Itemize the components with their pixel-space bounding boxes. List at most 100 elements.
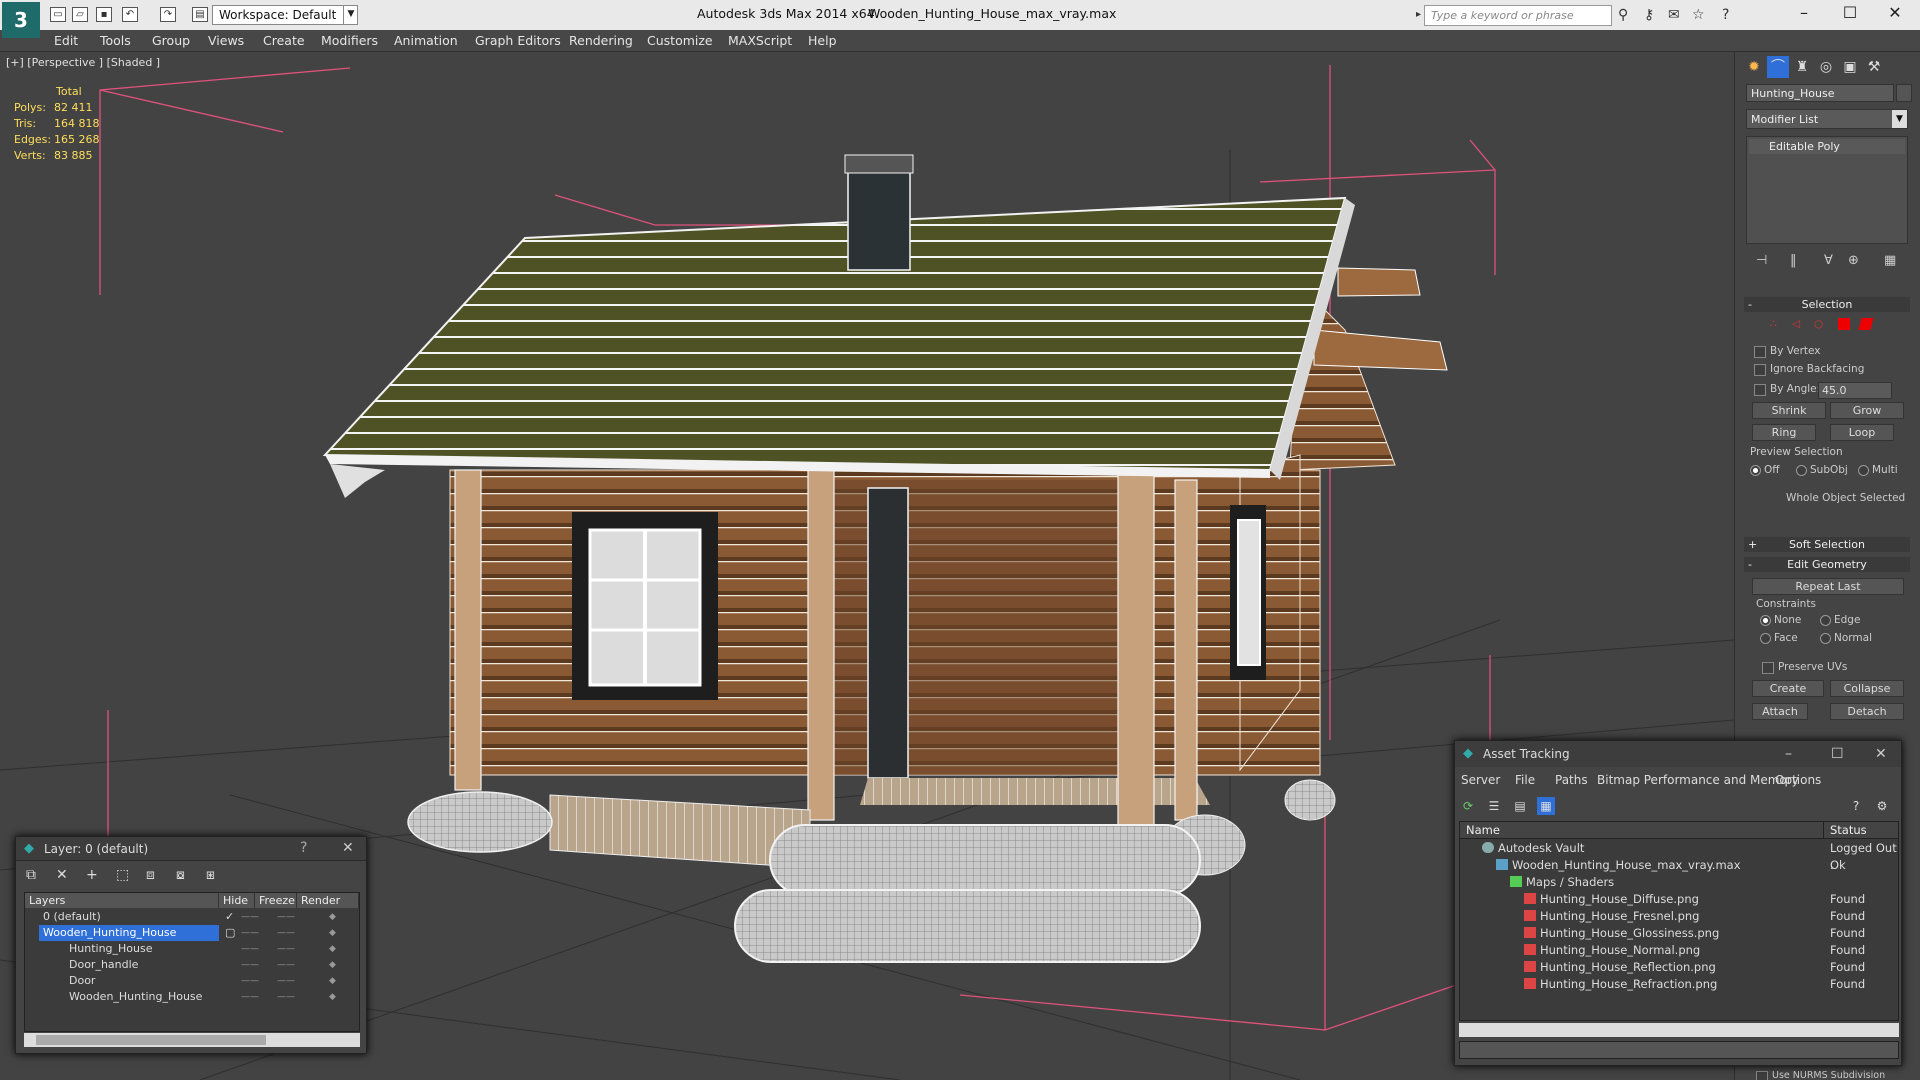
menu-maxscript[interactable]: MAXScript [728,33,792,48]
search-input[interactable]: Type a keyword or phrase [1424,5,1612,26]
asset-row[interactable]: Hunting_House_Reflection.png Found [1460,959,1898,976]
workspace-dropdown[interactable]: Workspace: Default [212,5,358,25]
constraint-normal-radio[interactable]: Normal [1820,632,1872,644]
ring-button[interactable]: Ring [1752,424,1816,441]
minimize-icon[interactable]: – [1789,3,1819,22]
asset-row[interactable]: Wooden_Hunting_House_max_vray.max Ok [1460,857,1898,874]
shrink-button[interactable]: Shrink [1752,402,1826,419]
preview-subobj-radio[interactable]: SubObj [1796,464,1848,476]
make-unique-icon[interactable]: ∀ [1824,253,1833,268]
project-folder-icon[interactable]: ▤ [192,7,208,22]
freeze-toggle[interactable]: —— [277,909,295,925]
freeze-toggle[interactable]: —— [277,941,295,957]
select-objects-icon[interactable]: ⬚ [116,867,129,883]
by-vertex-checkbox[interactable]: By Vertex [1754,345,1821,358]
preview-off-radio[interactable]: Off [1750,464,1780,476]
stack-item-editable-poly[interactable]: Editable Poly [1749,139,1905,154]
key-icon[interactable]: ⚷ [1644,7,1654,23]
display-tab-icon[interactable]: ▣ [1839,56,1861,78]
close-icon[interactable]: ✕ [1880,3,1910,22]
collapse-button[interactable]: Collapse [1830,680,1904,697]
redo-icon[interactable]: ↷ [160,7,176,22]
hide-column-header[interactable]: Hide [219,893,255,908]
layer-row[interactable]: 0 (default) ✓ —— —— ◆ [25,909,359,925]
asset-path-field[interactable] [1459,1041,1899,1059]
remove-modifier-icon[interactable]: ⊕ [1848,253,1859,268]
search-expand-icon[interactable]: ▸ [1416,9,1421,20]
undo-icon[interactable]: ↶ [122,7,138,22]
maximize-icon[interactable]: ☐ [1831,746,1844,762]
minimize-icon[interactable]: – [1785,746,1792,762]
layer-object-row[interactable]: Door —— —— ◆ [25,973,359,989]
communication-center-icon[interactable]: ✉ [1668,7,1680,23]
hide-all-layers-icon[interactable]: ⧇ [176,867,185,883]
menu-paths[interactable]: Paths [1555,773,1588,787]
selection-rollout-header[interactable]: - Selection [1744,297,1910,312]
refresh-icon[interactable]: ⟳ [1459,797,1477,815]
list-view-icon[interactable]: ☰ [1485,797,1503,815]
freeze-all-layers-icon[interactable]: ⧆ [206,867,215,883]
angle-spinner-input[interactable]: 45.0 [1818,382,1892,399]
layer-row-selected[interactable]: Wooden_Hunting_House ▢ —— —— ◆ [25,925,359,941]
create-tab-icon[interactable]: ✹ [1743,56,1765,78]
add-to-layer-icon[interactable]: + [86,867,98,883]
create-button[interactable]: Create [1752,680,1824,697]
create-layer-icon[interactable]: ⧉ [26,867,36,883]
scrollbar-thumb[interactable] [36,1035,266,1045]
preview-multi-radio[interactable]: Multi [1858,464,1898,476]
ignore-backfacing-checkbox[interactable]: Ignore Backfacing [1754,363,1864,376]
layers-horizontal-scrollbar[interactable] [24,1033,360,1047]
table-view-icon[interactable]: ▦ [1537,797,1555,815]
menu-rendering[interactable]: Rendering [569,33,633,48]
menu-animation[interactable]: Animation [394,33,458,48]
options-icon[interactable]: ⚙ [1873,797,1891,815]
asset-row[interactable]: Hunting_House_Refraction.png Found [1460,976,1898,993]
layer-object-row[interactable]: Hunting_House —— —— ◆ [25,941,359,957]
edge-mode-icon[interactable]: ◁ [1792,318,1800,330]
asset-dialog-titlebar[interactable]: ◆ Asset Tracking – ☐ ✕ [1455,741,1901,767]
preserve-uvs-checkbox[interactable]: Preserve UVs [1762,661,1847,674]
hide-toggle[interactable]: —— [241,909,259,925]
layer-object-row[interactable]: Door_handle —— —— ◆ [25,957,359,973]
menu-group[interactable]: Group [152,33,190,48]
asset-row[interactable]: Autodesk Vault Logged Out . [1460,840,1898,872]
menu-edit[interactable]: Edit [54,33,78,48]
asset-horizontal-scrollbar[interactable] [1459,1023,1899,1037]
asset-row[interactable]: Hunting_House_Diffuse.png Found [1460,891,1898,908]
save-file-icon[interactable]: ▪ [96,7,112,22]
motion-tab-icon[interactable]: ◎ [1815,56,1837,78]
menu-server[interactable]: Server [1461,773,1500,787]
favorites-star-icon[interactable]: ☆ [1692,7,1705,23]
edit-geometry-rollout-header[interactable]: - Edit Geometry [1744,557,1910,572]
hide-toggle[interactable]: —— [241,925,259,941]
detach-button[interactable]: Detach [1830,703,1904,720]
help-button[interactable]: ? [300,840,307,856]
app-logo-button[interactable]: 3 [2,2,40,38]
new-file-icon[interactable]: ▭ [50,7,66,22]
delete-layer-icon[interactable]: ✕ [56,867,68,883]
freeze-toggle[interactable]: —— [277,973,295,989]
repeat-last-button[interactable]: Repeat Last [1752,578,1904,595]
help-icon[interactable]: ? [1847,797,1865,815]
object-name-field[interactable]: Hunting_House [1746,84,1894,102]
grow-button[interactable]: Grow [1830,402,1904,419]
attach-button[interactable]: Attach [1752,703,1808,720]
highlight-layer-icon[interactable]: ⧈ [146,867,155,883]
object-color-swatch[interactable] [1896,84,1912,102]
soft-selection-rollout-header[interactable]: + Soft Selection [1744,537,1910,552]
render-column-header[interactable]: Render [297,893,359,908]
help-icon[interactable]: ? [1722,7,1729,23]
asset-row[interactable]: Hunting_House_Fresnel.png Found [1460,908,1898,925]
viewport-label[interactable]: [+] [Perspective ] [Shaded ] [6,56,160,69]
hide-toggle[interactable]: —— [241,957,259,973]
layers-column-header[interactable]: Layers [25,893,219,908]
close-icon[interactable]: ✕ [1875,746,1887,762]
menu-file[interactable]: File [1515,773,1535,787]
by-angle-checkbox[interactable]: By Angle: [1754,383,1820,396]
layer-dialog-titlebar[interactable]: ◆ Layer: 0 (default) ? ✕ [16,837,366,861]
constraint-edge-radio[interactable]: Edge [1820,614,1860,626]
open-file-icon[interactable]: ▱ [72,7,88,22]
layer-object-row[interactable]: Wooden_Hunting_House —— —— ◆ [25,989,359,1005]
render-teapot-icon[interactable]: ◆ [329,957,336,973]
render-teapot-icon[interactable]: ◆ [329,941,336,957]
